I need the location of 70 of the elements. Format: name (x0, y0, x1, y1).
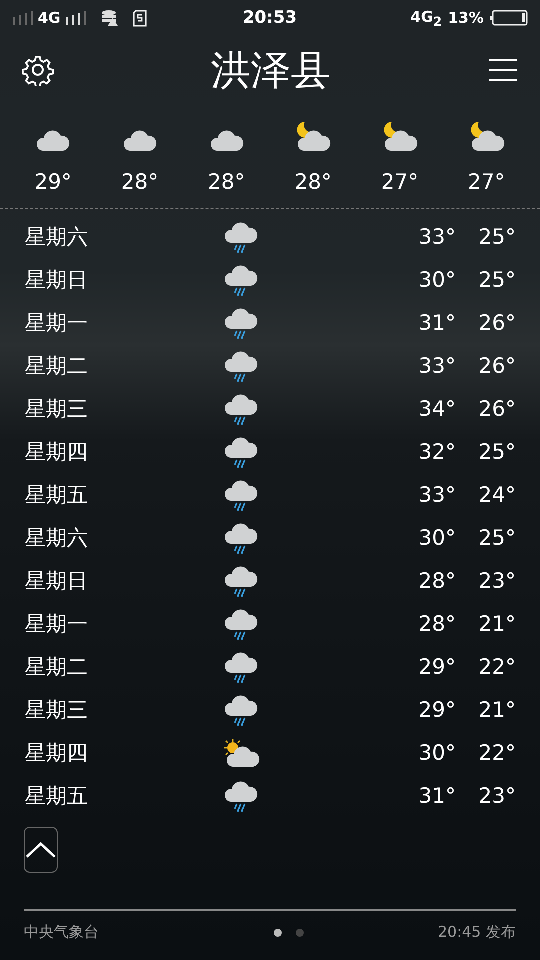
moon-cloud-icon (382, 120, 418, 152)
low-temperature: 26° (478, 310, 516, 334)
page-dot[interactable] (274, 928, 282, 936)
hourly-temperature: 29° (34, 170, 72, 194)
low-temperature: 25° (478, 224, 516, 248)
low-temperature: 23° (478, 784, 516, 808)
high-temperature: 31° (418, 310, 456, 334)
hourly-temperature: 28° (294, 170, 332, 194)
high-temperature: 30° (418, 268, 456, 292)
network-label: 4G$_{2}$ (410, 8, 442, 28)
clock-time: 20:53 (242, 8, 298, 28)
city-title: 洪泽县 (211, 46, 331, 96)
low-temperature: 22° (478, 654, 516, 678)
day-label: 星期五 (25, 782, 89, 810)
day-label: 星期三 (25, 696, 89, 724)
low-temperature: 23° (478, 568, 516, 592)
low-temperature: 26° (478, 396, 516, 420)
collapse-button[interactable] (24, 827, 58, 873)
high-temperature: 34° (418, 396, 456, 420)
moon-cloud-icon (295, 120, 332, 152)
battery-icon (490, 10, 528, 26)
low-temperature: 24° (478, 482, 516, 506)
day-label: 星期五 (25, 482, 89, 508)
low-temperature: 21° (478, 698, 516, 722)
day-label: 星期二 (25, 352, 89, 380)
low-temperature: 21° (478, 612, 516, 636)
chevron-up-icon (25, 841, 57, 859)
database-icon (100, 10, 119, 26)
hourly-temperature: 28° (121, 170, 159, 194)
day-label: 星期一 (25, 610, 89, 638)
low-temperature: 25° (478, 268, 516, 292)
day-label: 星期日 (25, 568, 89, 594)
network-label: 4G (38, 9, 61, 27)
low-temperature: 26° (478, 354, 516, 378)
high-temperature: 33° (418, 354, 456, 378)
high-temperature: 33° (418, 224, 456, 248)
high-temperature: 30° (418, 526, 456, 550)
settings-icon[interactable] (22, 54, 54, 86)
hourly-temperature: 27° (381, 170, 419, 194)
high-temperature: 28° (418, 568, 456, 592)
sun-cloud-icon (222, 738, 260, 768)
day-label: 星期六 (25, 524, 89, 552)
published-time: 20:45 发布 (438, 923, 516, 942)
day-label: 星期一 (25, 310, 89, 336)
high-temperature: 29° (418, 654, 456, 678)
high-temperature: 29° (418, 698, 456, 722)
day-label: 星期三 (25, 396, 89, 422)
day-label: 星期六 (25, 224, 89, 250)
high-temperature: 33° (418, 482, 456, 506)
high-temperature: 30° (418, 740, 456, 764)
signal-icon (12, 11, 34, 25)
source-label: 中央气象台 (24, 923, 99, 942)
day-label: 星期四 (25, 438, 89, 466)
high-temperature: 28° (418, 612, 456, 636)
day-label: 星期二 (25, 654, 89, 680)
high-temperature: 31° (418, 784, 456, 808)
battery-percent: 13% (448, 9, 484, 27)
high-temperature: 32° (418, 440, 456, 464)
day-label: 星期日 (25, 266, 89, 294)
sim-card-icon (132, 10, 147, 26)
day-label: 星期四 (25, 740, 89, 766)
hourly-temperature: 28° (208, 170, 246, 194)
low-temperature: 25° (478, 440, 516, 464)
page-dot[interactable] (296, 928, 304, 936)
low-temperature: 22° (478, 740, 516, 764)
signal-icon (64, 11, 87, 25)
menu-icon[interactable] (488, 58, 518, 82)
hourly-temperature: 27° (468, 170, 506, 194)
moon-cloud-icon (468, 120, 505, 152)
low-temperature: 25° (478, 526, 516, 550)
